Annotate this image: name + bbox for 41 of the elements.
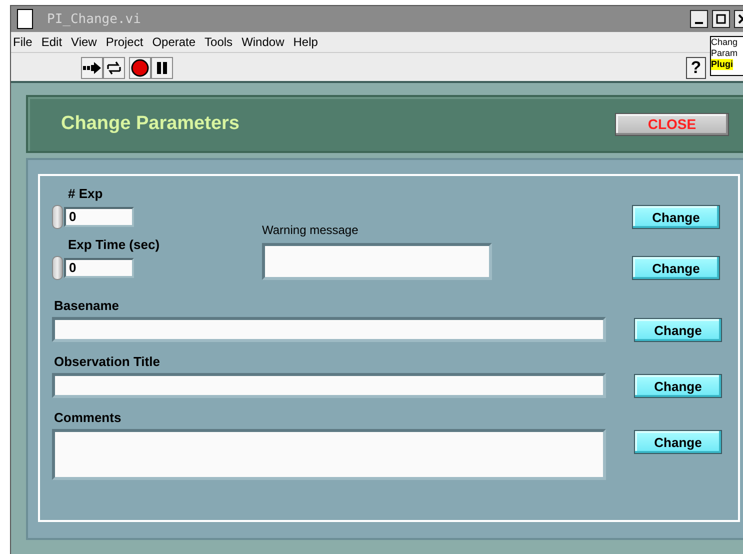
spinner-arrows[interactable] bbox=[52, 256, 63, 280]
numeric-field[interactable]: 0 bbox=[64, 207, 134, 227]
document-icon bbox=[17, 9, 33, 29]
menu-item[interactable]: Project bbox=[104, 35, 148, 49]
field-label: Exp Time (sec) bbox=[68, 237, 160, 252]
spinner-arrows[interactable] bbox=[52, 205, 63, 229]
maximize-button[interactable] bbox=[712, 10, 730, 28]
stop-icon[interactable] bbox=[131, 59, 149, 77]
numeric-field[interactable]: 0 bbox=[64, 258, 134, 278]
window-title: PI_Change.vi bbox=[47, 12, 142, 26]
menu-item[interactable]: View bbox=[69, 35, 102, 49]
side-window-text: Plugi bbox=[711, 59, 733, 70]
text-field[interactable] bbox=[52, 373, 606, 398]
text-field[interactable] bbox=[52, 317, 606, 342]
field-label: Observation Title bbox=[54, 354, 160, 369]
change-button[interactable]: Change bbox=[632, 256, 720, 280]
run-arrow-icon[interactable] bbox=[83, 61, 101, 75]
run-continuously-icon[interactable] bbox=[105, 59, 123, 77]
panel-title: Change Parameters bbox=[61, 113, 240, 135]
help-button[interactable]: ? bbox=[686, 57, 706, 79]
change-button[interactable]: Change bbox=[634, 430, 722, 454]
maximize-icon bbox=[716, 14, 726, 24]
pause-icon[interactable] bbox=[155, 61, 169, 75]
side-window-text: Chang bbox=[711, 37, 738, 48]
minimize-icon bbox=[695, 22, 703, 24]
minimize-button[interactable] bbox=[690, 10, 708, 28]
menu-item[interactable]: Window bbox=[240, 35, 290, 49]
side-window-text: Param bbox=[711, 48, 738, 59]
menu-item[interactable]: File bbox=[11, 35, 38, 49]
field-label: Basename bbox=[54, 298, 120, 313]
field-label: # Exp bbox=[68, 186, 103, 201]
menu-item[interactable]: Help bbox=[291, 35, 323, 49]
text-area[interactable] bbox=[52, 429, 606, 480]
menu-item[interactable]: Edit bbox=[39, 35, 68, 49]
menu-item[interactable]: Tools bbox=[202, 35, 238, 49]
field-label: Warning message bbox=[262, 223, 358, 237]
field-label: Comments bbox=[54, 410, 122, 425]
change-button[interactable]: Change bbox=[632, 205, 720, 229]
change-button[interactable]: Change bbox=[634, 374, 722, 398]
menu-item[interactable]: Operate bbox=[150, 35, 201, 49]
change-button[interactable]: Change bbox=[634, 318, 722, 342]
